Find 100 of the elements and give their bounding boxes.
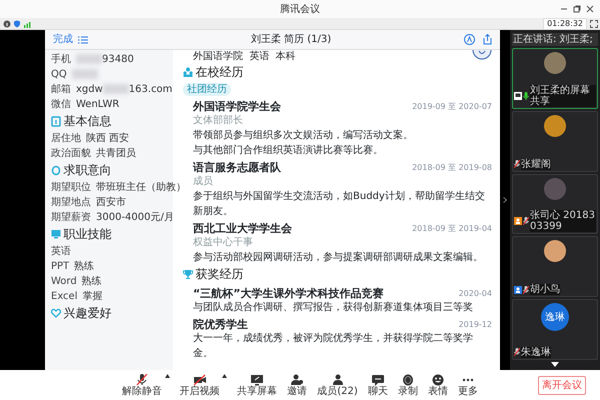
entry-date: 2018-09 至 2019-08 xyxy=(412,162,492,174)
section-heading: 求职意向 xyxy=(64,162,112,179)
entry-title: 西北工业大学学生会 xyxy=(193,222,292,235)
toolbar-button[interactable]: 开启视频 xyxy=(180,374,220,396)
fullscreen-icon[interactable] xyxy=(590,20,598,28)
participant-name: 胡小鸟 xyxy=(530,284,560,296)
monitor-icon xyxy=(251,374,264,386)
contact-value: 93480 xyxy=(102,54,134,65)
restore-icon[interactable] xyxy=(573,5,581,13)
smiley-icon xyxy=(432,374,444,386)
document-title: 刘王柔 简历 (1/3) xyxy=(250,32,332,47)
participant-name: 张耀阁 xyxy=(521,158,551,170)
contact-label: 微信 xyxy=(51,98,71,112)
meeting-timer: 01:28:32 xyxy=(543,18,587,30)
category-tag: 社团经历 xyxy=(183,83,231,96)
person-icon xyxy=(514,286,522,294)
toolbar-button[interactable]: 共享屏幕 xyxy=(237,374,278,396)
entry-date: 2018-09 至 2019-04 xyxy=(412,222,492,234)
toolbar-button[interactable]: 成员(22) xyxy=(317,374,358,396)
window-title: 腾讯会议 xyxy=(280,2,320,16)
speaking-indicator: 正在讲话: 刘王柔; xyxy=(512,33,598,46)
entry-title: 外国语学院学生会 xyxy=(193,100,281,113)
field-value: 3000-4000元/月 xyxy=(96,212,174,223)
field-label: 期望地点 xyxy=(51,196,91,210)
entry-description: 参于组织与外国留学生交流活动，如Buddy计划，帮助留学生结交新朋友。 xyxy=(193,191,485,217)
entry-date: 2020-04 xyxy=(458,288,492,300)
entry-title: “三航杯”大学生课外学术科技作品竞赛 xyxy=(193,287,384,300)
caret-icon[interactable] xyxy=(222,374,228,378)
trophy-icon xyxy=(183,269,193,280)
toolbar-button[interactable]: 录制 xyxy=(398,374,418,396)
participant-name: 张司心 2018303399 xyxy=(530,210,596,232)
section-heading: 基本信息 xyxy=(64,113,112,130)
field-label: PPT xyxy=(51,260,70,274)
entry-role: 文体部部长 xyxy=(193,115,243,126)
toolbar-button[interactable]: 聊天 xyxy=(368,374,388,396)
contact-value: 163.com xyxy=(128,84,172,95)
contact-label: 邮箱 xyxy=(51,82,71,97)
blurred-text xyxy=(76,54,102,64)
signal-icon xyxy=(24,20,32,28)
section-heading: 获奖经历 xyxy=(196,266,244,283)
field-value: 熟练 xyxy=(74,261,94,272)
field-value: 西安市 xyxy=(96,197,126,208)
entry-description: 参与活动部校园网调研活动，参与提案调研部调研成果文案编辑。 xyxy=(193,252,483,263)
toolbar-button[interactable]: 邀请 xyxy=(287,374,308,396)
circle-icon xyxy=(51,165,61,176)
section-heading: 兴趣爱好 xyxy=(64,305,112,322)
blurred-text xyxy=(102,84,129,94)
field-value: 陕西 西安 xyxy=(86,133,130,144)
entry-date: 2019-09 至 2020-07 xyxy=(412,100,492,112)
share-icon[interactable] xyxy=(482,34,492,45)
avatar-circle: 逸琳 xyxy=(541,303,569,332)
entry-description: 带领部员参与组织多次文娱活动，编写活动文案。 xyxy=(193,130,413,141)
participant-name: 刘王柔的屏幕共享 xyxy=(530,84,596,107)
field-label: Excel xyxy=(51,290,78,304)
entry-title: 语言服务志愿者队 xyxy=(193,161,281,174)
done-link[interactable]: 完成 xyxy=(53,32,73,47)
person-icon xyxy=(514,217,522,226)
info-icon xyxy=(51,116,61,127)
entry-description: 大一一年，成绩优秀，被评为院优秀学生，并获得学院二等奖学金。 xyxy=(193,333,473,359)
section-heading: 在校经历 xyxy=(196,64,244,81)
close-icon[interactable] xyxy=(586,5,594,13)
field-label: 居住地 xyxy=(51,132,81,146)
entry-date: 2019-12 xyxy=(458,318,492,330)
person-add-icon xyxy=(291,374,304,386)
entry-role: 权益中心干事 xyxy=(193,237,253,248)
screen-share-icon xyxy=(514,92,522,100)
caret-icon[interactable] xyxy=(164,374,170,378)
person-icon xyxy=(332,374,344,386)
entry-description: 与其他部门合作组织英语演讲比赛等比赛。 xyxy=(193,145,383,156)
people-icon xyxy=(183,67,193,78)
toolbar-button[interactable]: 更多 xyxy=(458,374,478,396)
field-value: 带班班主任（助教） xyxy=(96,182,186,193)
field-label: Word xyxy=(51,275,77,289)
shield-icon xyxy=(13,20,21,28)
muted-microphone-icon xyxy=(136,374,148,386)
contact-label: 手机 xyxy=(51,52,71,67)
entry-title: 院优秀学生 xyxy=(193,318,248,331)
entry-role: 成员 xyxy=(193,176,213,187)
field-value: 熟练 xyxy=(82,276,102,287)
toolbar-button[interactable]: 解除静音 xyxy=(122,374,162,396)
markup-icon[interactable] xyxy=(464,34,475,45)
field-label: 期望薪资 xyxy=(51,210,91,225)
camera-off-icon xyxy=(194,374,206,386)
field-label: 英语 xyxy=(51,244,71,259)
field-value: 共青团员 xyxy=(96,148,136,159)
toolbar-button[interactable]: 表情 xyxy=(428,374,448,396)
section-heading: 职业技能 xyxy=(64,226,112,243)
field-label: 期望职位 xyxy=(51,180,91,195)
info-icon xyxy=(2,20,10,28)
field-value: 掌握 xyxy=(82,291,102,302)
contact-value: xgdw xyxy=(76,84,103,95)
entry-description: 与团队成员合作调研、撰写报告，获得创新赛道集体项目三等奖 xyxy=(193,302,473,313)
list-icon[interactable] xyxy=(78,36,88,44)
contact-label: QQ xyxy=(51,68,67,82)
participant-name: 朱逸琳 xyxy=(521,346,551,358)
monitor-icon xyxy=(51,229,61,240)
education-line: 外国语学院 英语 本科 xyxy=(193,50,296,63)
leave-meeting-button[interactable]: 离开会议 xyxy=(538,376,586,395)
chat-icon xyxy=(372,374,384,386)
heart-icon xyxy=(51,308,61,319)
